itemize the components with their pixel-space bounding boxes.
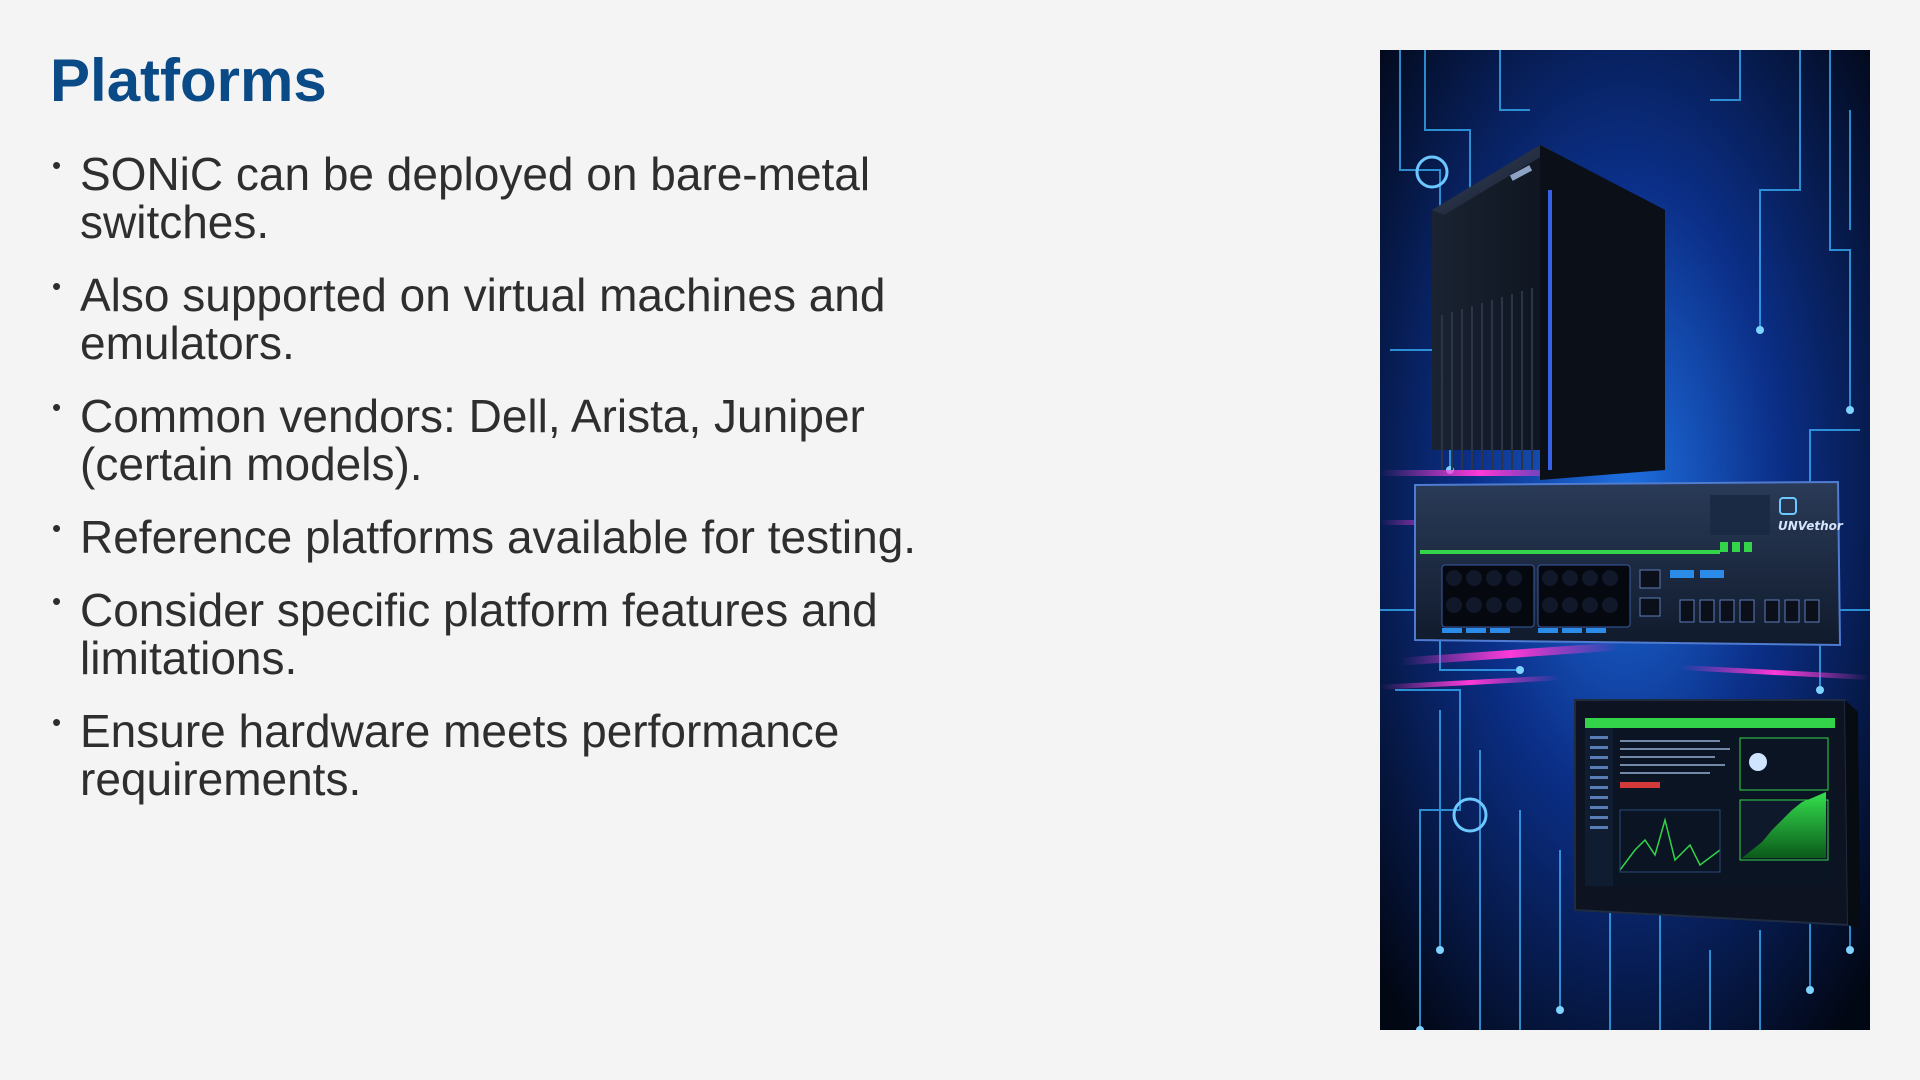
bullet-item: • Consider specific platform features an… <box>50 586 950 682</box>
bullet-dot-icon: • <box>52 707 62 737</box>
bullet-dot-icon: • <box>52 392 62 422</box>
bullet-item: • Reference platforms available for test… <box>50 513 950 561</box>
bullet-dot-icon: • <box>52 513 62 543</box>
bullet-dot-icon: • <box>52 150 62 180</box>
bullet-dot-icon: • <box>52 271 62 301</box>
bullet-text: Consider specific platform features and … <box>80 584 878 684</box>
hardware-illustration: UNVethor <box>1380 50 1870 1030</box>
monitor <box>1574 699 1860 930</box>
bullet-text: Also supported on virtual machines and e… <box>80 269 886 369</box>
slide-title: Platforms <box>50 47 327 114</box>
bullet-item: • SONiC can be deployed on bare-metal sw… <box>50 150 950 246</box>
slide: Platforms • SONiC can be deployed on bar… <box>0 0 1920 1080</box>
tower-server <box>1432 145 1665 480</box>
bullet-list: • SONiC can be deployed on bare-metal sw… <box>50 150 950 828</box>
rack-switch: UNVethor <box>1414 480 1844 647</box>
bullet-item: • Also supported on virtual machines and… <box>50 271 950 367</box>
bullet-dot-icon: • <box>52 586 62 616</box>
bullet-text: SONiC can be deployed on bare-metal swit… <box>80 148 871 248</box>
bullet-text: Ensure hardware meets performance requir… <box>80 705 840 805</box>
bullet-item: • Ensure hardware meets performance requ… <box>50 707 950 803</box>
switch-brand-label: UNVethor <box>1778 519 1844 533</box>
hardware-illustration-svg: UNVethor <box>1380 50 1870 1030</box>
bullet-text: Reference platforms available for testin… <box>80 511 917 563</box>
bullet-text: Common vendors: Dell, Arista, Juniper (c… <box>80 390 865 490</box>
bullet-item: • Common vendors: Dell, Arista, Juniper … <box>50 392 950 488</box>
